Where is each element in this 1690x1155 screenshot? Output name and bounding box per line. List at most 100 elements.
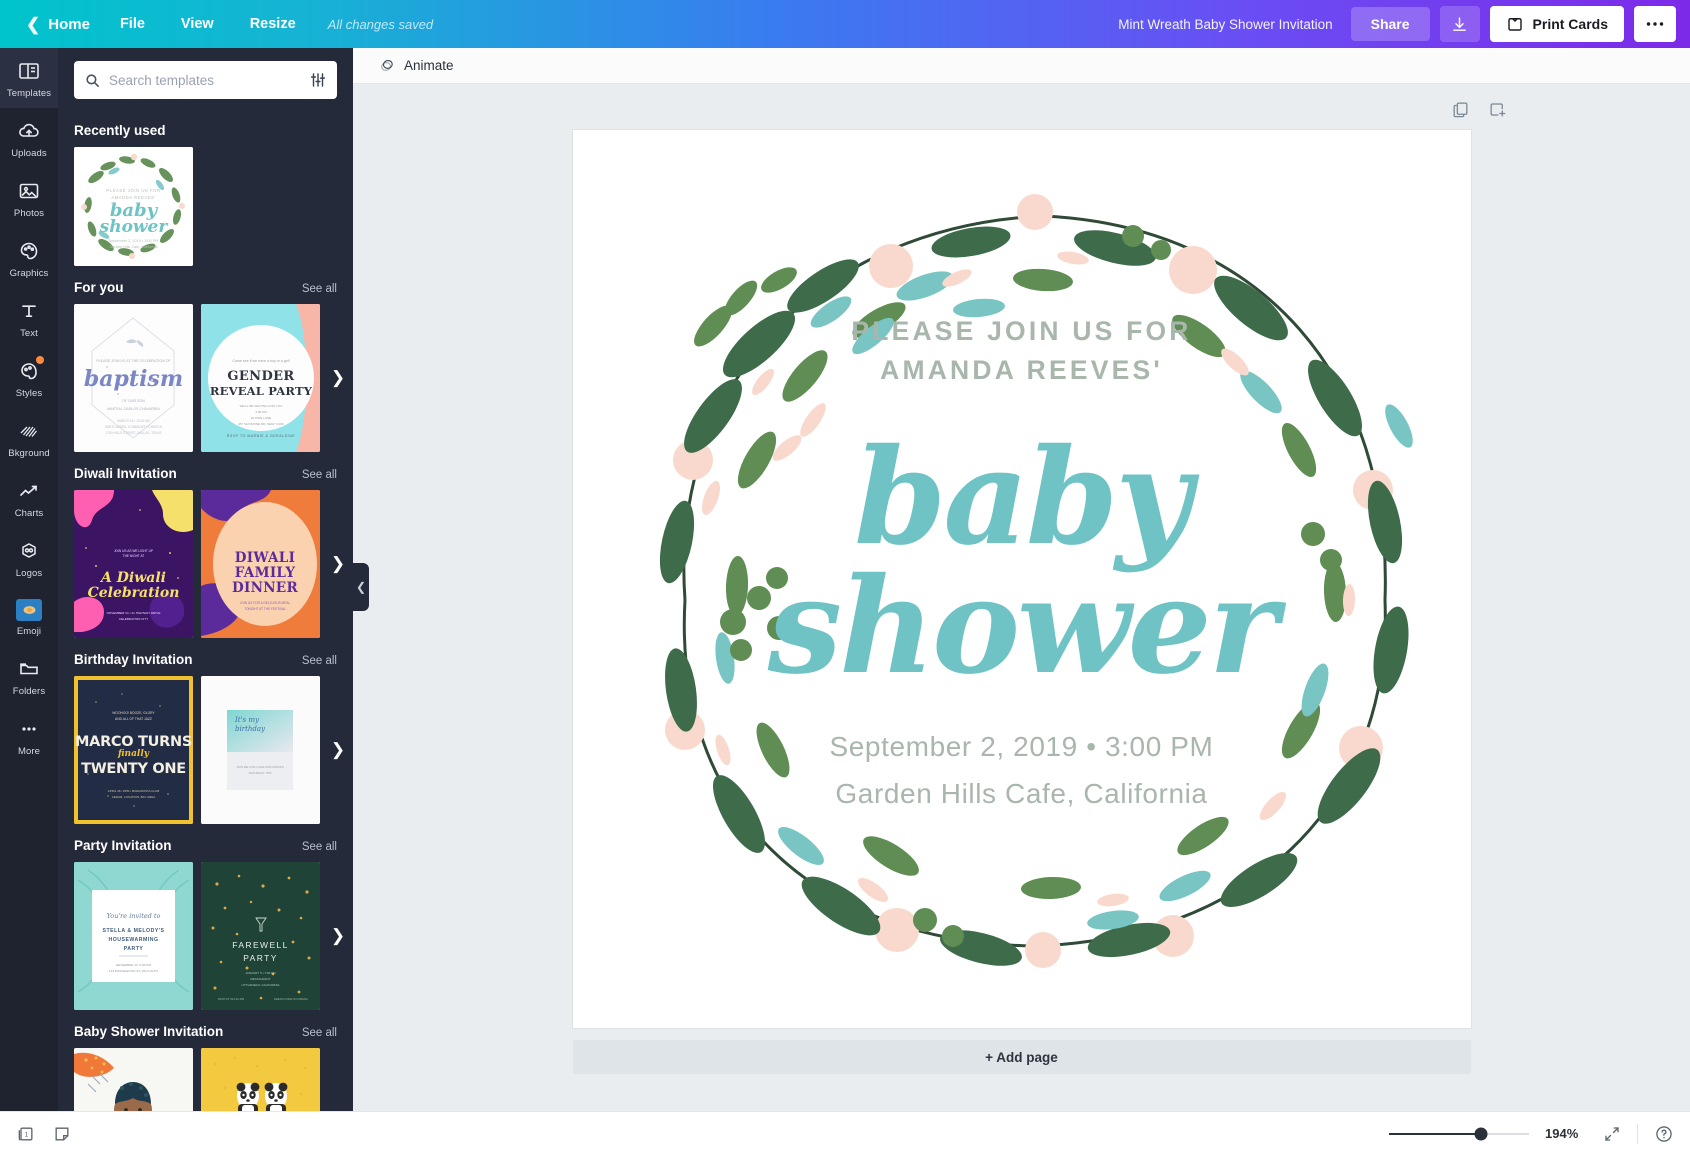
templates-scroll-area[interactable]: Recently used PLEASE JOIN US FOR AMANDA … [58, 109, 353, 1111]
section-title: Party Invitation [74, 838, 172, 853]
template-thumb-marco-turns-21[interactable]: WOOHOO! BOOZE, GLORY AND ALL OF THAT JAZ… [74, 676, 193, 824]
svg-text:PLEASE JOIN US FOR: PLEASE JOIN US FOR [106, 188, 160, 193]
see-all-party[interactable]: See all [302, 841, 337, 853]
download-button[interactable] [1439, 6, 1480, 42]
filter-sliders-icon[interactable] [309, 71, 327, 89]
text-icon [17, 299, 41, 323]
svg-text:HOUSEWARMING: HOUSEWARMING [108, 937, 158, 943]
svg-text:WE'LL BE WAITING FOR YOU: WE'LL BE WAITING FOR YOU [240, 404, 283, 408]
svg-text:JANUARY 5 • 7:00 PM: JANUARY 5 • 7:00 PM [245, 971, 276, 975]
sidebar-item-photos[interactable]: Photos [0, 168, 58, 228]
folders-icon [17, 657, 41, 681]
fullscreen-icon[interactable] [1603, 1125, 1621, 1143]
zoom-slider[interactable] [1389, 1127, 1529, 1141]
carousel-next-party[interactable]: ❯ [327, 925, 349, 947]
design-page[interactable]: PLEASE JOIN US FOR AMANDA REEVES' baby s… [572, 130, 1471, 1028]
svg-text:MARCH 18 • 10:00 AM: MARCH 18 • 10:00 AM [117, 419, 150, 423]
carousel-next-birthday[interactable]: ❯ [327, 739, 349, 761]
sidebar-item-text[interactable]: Text [0, 288, 58, 348]
section-header-diwali: Diwali Invitation See all [74, 466, 337, 481]
card-line-1[interactable]: PLEASE JOIN US FOR [851, 312, 1191, 351]
svg-text:SANTO ANGEL COMMUNITY CHURCH: SANTO ANGEL COMMUNITY CHURCH [105, 425, 163, 429]
menu-resize[interactable]: Resize [232, 9, 314, 39]
ellipsis-icon [1646, 22, 1664, 26]
home-label: Home [48, 15, 90, 33]
design-title[interactable]: Mint Wreath Baby Shower Invitation [1118, 17, 1332, 32]
emoji-icon [16, 599, 42, 621]
card-script-baby[interactable]: baby [854, 432, 1192, 564]
sidebar-item-emoji[interactable]: Emoji [0, 588, 58, 646]
sidebar-item-charts[interactable]: Charts [0, 468, 58, 528]
menu-file[interactable]: File [102, 9, 163, 39]
template-thumb-its-a-boy[interactable]: IT'S A BOY! LET'S SHOWER THE MOM-TO-BE W… [74, 1048, 193, 1111]
search-input[interactable] [109, 72, 301, 88]
search-icon [86, 73, 99, 87]
sidebar-item-templates[interactable]: Templates [0, 48, 58, 108]
logos-icon [17, 539, 41, 563]
add-page-icon[interactable] [1488, 100, 1507, 124]
thumb-row-recently-used: PLEASE JOIN US FOR AMANDA REEVES' baby s… [74, 147, 337, 266]
see-all-baby-shower[interactable]: See all [302, 1027, 337, 1039]
editor-body: Templates Uploads Photos Graphics Text S… [0, 48, 1690, 1111]
page-manager-icon[interactable]: 1 [16, 1124, 36, 1144]
template-thumb-diwali-celebration[interactable]: JOIN US AS WE LIGHT UP THE NIGHT AT A Di… [74, 490, 193, 638]
sidebar-label-uploads: Uploads [11, 148, 47, 159]
duplicate-page-icon[interactable] [1451, 100, 1470, 124]
template-thumb-mint-wreath[interactable]: PLEASE JOIN US FOR AMANDA REEVES' baby s… [74, 147, 193, 266]
svg-text:OF OUR SON: OF OUR SON [122, 399, 145, 403]
template-thumb-farewell-party[interactable]: FAREWELL PARTY JANUARY 5 • 7:00 PM RESTA… [201, 862, 320, 1010]
card-text-block: PLEASE JOIN US FOR AMANDA REEVES' baby s… [573, 312, 1471, 814]
template-thumb-gender-reveal[interactable]: Come see if we have a boy or a girl! GEN… [201, 304, 320, 452]
sidebar-label-folders: Folders [12, 686, 46, 697]
home-button[interactable]: ❮ Home [14, 10, 102, 39]
notes-icon[interactable] [52, 1124, 72, 1144]
sidebar-item-logos[interactable]: Logos [0, 528, 58, 588]
help-icon[interactable] [1654, 1124, 1674, 1144]
thumb-art-marco-turns-21: WOOHOO! BOOZE, GLORY AND ALL OF THAT JAZ… [74, 676, 193, 824]
see-all-for-you[interactable]: See all [302, 283, 337, 295]
template-thumb-its-my-birthday[interactable]: It's my birthday JOIN ME FOR CAKE AND DR… [201, 676, 320, 824]
sidebar-item-folders[interactable]: Folders [0, 646, 58, 706]
animate-button[interactable]: Animate [369, 52, 464, 79]
template-thumb-housewarming[interactable]: You're invited to STELLA & MELODY'S HOUS… [74, 862, 193, 1010]
search-box[interactable] [74, 61, 337, 99]
template-thumb-baptism[interactable]: PLEASE JOIN US AT THE CELEBRATION OF bap… [74, 304, 193, 452]
sidebar-item-styles[interactable]: Styles [0, 348, 58, 408]
sidebar-item-background[interactable]: Bkground [0, 408, 58, 468]
see-all-diwali[interactable]: See all [302, 469, 337, 481]
chevron-left-icon: ❮ [26, 14, 41, 34]
share-button[interactable]: Share [1350, 7, 1430, 41]
svg-text:NOVEMBER 14 • 21 HIGHWAY DRIVE: NOVEMBER 14 • 21 HIGHWAY DRIVE [107, 611, 161, 615]
sidebar-label-templates: Templates [6, 88, 52, 99]
card-line-2[interactable]: AMANDA REEVES' [880, 351, 1163, 390]
card-date-line[interactable]: September 2, 2019 • 3:00 PM [829, 727, 1213, 768]
sidebar-item-more[interactable]: More [0, 706, 58, 766]
background-icon [17, 419, 41, 443]
sidebar-item-uploads[interactable]: Uploads [0, 108, 58, 168]
svg-text:FAREWELL: FAREWELL [232, 940, 289, 950]
svg-text:birthday: birthday [235, 725, 266, 733]
more-options-button[interactable] [1634, 6, 1676, 42]
svg-text:finally: finally [117, 749, 150, 759]
svg-text:DINNER: DINNER [232, 580, 298, 596]
status-bar-left: 1 [16, 1124, 72, 1144]
see-all-birthday[interactable]: See all [302, 655, 337, 667]
card-script-shower[interactable]: shower [768, 558, 1278, 697]
zoom-knob[interactable] [1474, 1127, 1488, 1140]
sidebar-item-graphics[interactable]: Graphics [0, 228, 58, 288]
panel-collapse-handle[interactable]: ❮ [353, 563, 369, 611]
design-page-wrapper: PLEASE JOIN US FOR AMANDA REEVES' baby s… [572, 130, 1471, 1074]
canvas-area[interactable]: PLEASE JOIN US FOR AMANDA REEVES' baby s… [353, 84, 1690, 1111]
menu-view[interactable]: View [163, 9, 232, 39]
card-venue-line[interactable]: Garden Hills Cafe, California [835, 774, 1207, 815]
animate-icon [381, 60, 393, 71]
sidebar-label-text: Text [20, 328, 38, 339]
carousel-next-for-you[interactable]: ❯ [327, 367, 349, 389]
carousel-next-diwali[interactable]: ❯ [327, 553, 349, 575]
svg-text:CELEBRATION CITY: CELEBRATION CITY [119, 617, 149, 621]
section-title: Diwali Invitation [74, 466, 177, 481]
add-page-button[interactable]: + Add page [572, 1040, 1471, 1074]
template-thumb-diwali-dinner[interactable]: DIWALI FAMILY DINNER JOIN US FOR A DELIC… [201, 490, 320, 638]
print-cards-button[interactable]: Print Cards [1489, 6, 1624, 42]
template-thumb-two-gether[interactable]: HAPPY TWO-GETHER JOIN US AS WE CELEBRATE… [201, 1048, 320, 1111]
